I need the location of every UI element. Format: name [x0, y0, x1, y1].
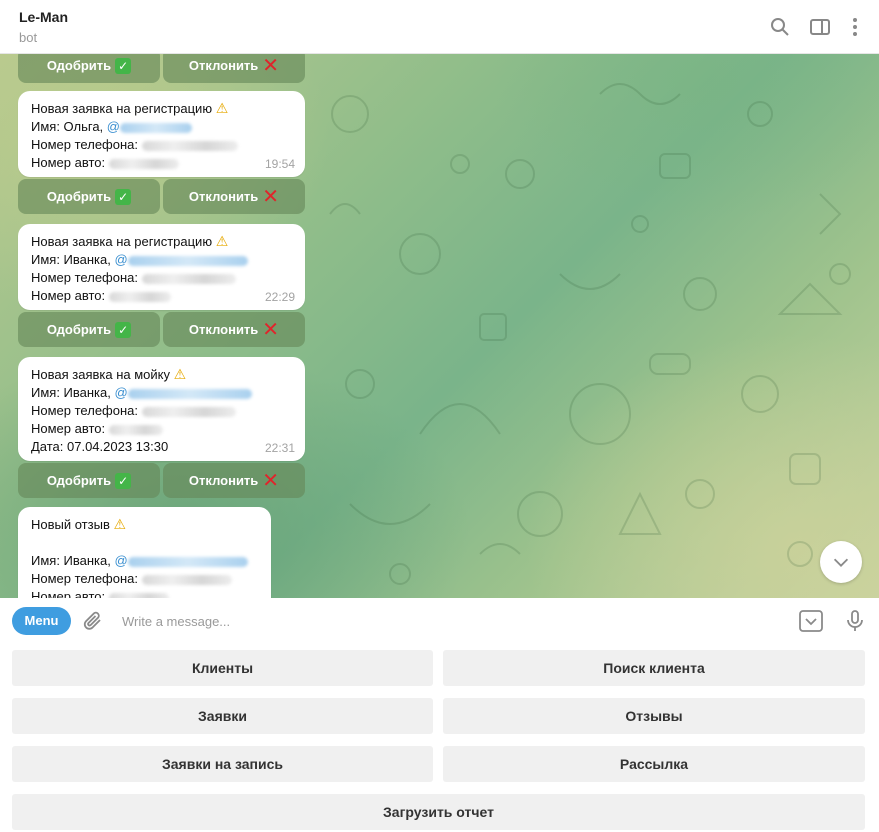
- paperclip-icon[interactable]: [81, 609, 105, 633]
- reject-button[interactable]: Отклонить ✕: [163, 179, 305, 214]
- message-title: Новая заявка на мойку: [31, 367, 170, 382]
- approve-label: Одобрить: [46, 473, 112, 488]
- message-bubble[interactable]: Новая заявка на регистрацию ⚠ Имя: Иванк…: [18, 224, 305, 310]
- chat-history[interactable]: Одобрить ✓ Отклонить ✕ Новая заявка на рег…: [0, 54, 879, 598]
- redacted-phone: [141, 406, 236, 417]
- warning-icon: ⚠: [215, 100, 229, 116]
- warning-icon: ⚠: [113, 516, 127, 532]
- reject-button[interactable]: Отклонить ✕: [163, 54, 305, 83]
- message-title: Новая заявка на регистрацию: [31, 101, 213, 116]
- redacted-phone: [141, 140, 238, 151]
- name-label: Имя: Ольга,: [31, 119, 104, 134]
- chat-subtitle: bot: [19, 30, 38, 45]
- chevron-down-icon: [833, 558, 849, 567]
- message-time: 19:54: [264, 157, 295, 171]
- keyboard-button-booking-requests[interactable]: Заявки на запись: [12, 746, 433, 782]
- approve-button[interactable]: Одобрить ✓: [18, 54, 160, 83]
- message-bubble[interactable]: Новая заявка на мойку ⚠ Имя: Иванка, @ Н…: [18, 357, 305, 461]
- redacted-username: [127, 556, 248, 567]
- redacted-car-number: [108, 424, 163, 435]
- message-input[interactable]: [114, 607, 774, 635]
- message-title: Новая заявка на регистрацию: [31, 234, 213, 249]
- reject-label: Отклонить: [188, 189, 259, 204]
- approve-button[interactable]: Одобрить ✓: [18, 312, 160, 347]
- approve-label: Одобрить: [46, 58, 112, 73]
- message-title: Новый отзыв: [31, 517, 110, 532]
- date-label: Дата: 07.04.2023 13:30: [31, 439, 169, 454]
- reject-button[interactable]: Отклонить ✕: [163, 312, 305, 347]
- name-label: Имя: Иванка,: [31, 553, 111, 568]
- more-vertical-icon[interactable]: [843, 15, 867, 39]
- message-time: 22:31: [264, 441, 295, 455]
- chat-header: Le-Man bot: [0, 0, 879, 54]
- check-mark-icon: ✓: [115, 321, 132, 338]
- message-time: 22:29: [264, 290, 295, 304]
- keyboard-button-mailing[interactable]: Рассылка: [443, 746, 865, 782]
- mention-link[interactable]: @: [115, 252, 128, 267]
- approve-button[interactable]: Одобрить ✓: [18, 463, 160, 498]
- redacted-car-number: [108, 291, 171, 302]
- scroll-down-button[interactable]: [820, 541, 862, 583]
- phone-label: Номер телефона:: [31, 403, 138, 418]
- bot-keyboard-toggle-icon[interactable]: [798, 609, 824, 633]
- redacted-car-number: [108, 158, 179, 169]
- phone-label: Номер телефона:: [31, 571, 138, 586]
- keyboard-button-upload-report[interactable]: Загрузить отчет: [12, 794, 865, 830]
- car-label: Номер авто:: [31, 421, 106, 436]
- reject-button[interactable]: Отклонить ✕: [163, 463, 305, 498]
- mention-link[interactable]: @: [115, 385, 128, 400]
- reject-label: Отклонить: [188, 58, 259, 73]
- keyboard-button-search-client[interactable]: Поиск клиента: [443, 650, 865, 686]
- redacted-username: [120, 122, 192, 133]
- chat-title[interactable]: Le-Man: [19, 9, 68, 25]
- warning-icon: ⚠: [173, 366, 187, 382]
- car-label: Номер авто:: [31, 155, 106, 170]
- cross-mark-icon: ✕: [262, 469, 280, 492]
- cross-mark-icon: ✕: [262, 54, 280, 77]
- name-label: Имя: Иванка,: [31, 252, 111, 267]
- microphone-icon[interactable]: [843, 609, 867, 633]
- mention-link[interactable]: @: [115, 553, 128, 568]
- approve-button[interactable]: Одобрить ✓: [18, 179, 160, 214]
- menu-button[interactable]: Menu: [12, 607, 71, 635]
- sidebar-toggle-icon[interactable]: [808, 15, 832, 39]
- redacted-phone: [141, 273, 236, 284]
- approve-label: Одобрить: [46, 189, 112, 204]
- car-label: Номер авто:: [31, 288, 106, 303]
- keyboard-button-requests[interactable]: Заявки: [12, 698, 433, 734]
- cross-mark-icon: ✕: [262, 185, 280, 208]
- reply-keyboard: Клиенты Поиск клиента Заявки Отзывы Заяв…: [0, 644, 879, 832]
- redacted-username: [127, 388, 252, 399]
- car-label: Номер авто:: [31, 589, 106, 598]
- message-bubble[interactable]: Новая заявка на регистрацию ⚠ Имя: Ольга…: [18, 91, 305, 177]
- approve-label: Одобрить: [46, 322, 112, 337]
- redacted-phone: [141, 574, 232, 585]
- keyboard-button-reviews[interactable]: Отзывы: [443, 698, 865, 734]
- check-mark-icon: ✓: [115, 57, 132, 74]
- mention-link[interactable]: @: [107, 119, 120, 134]
- message-composer: Menu: [0, 598, 879, 644]
- keyboard-button-clients[interactable]: Клиенты: [12, 650, 433, 686]
- redacted-username: [127, 255, 248, 266]
- search-icon[interactable]: [768, 15, 792, 39]
- cross-mark-icon: ✕: [262, 318, 280, 341]
- phone-label: Номер телефона:: [31, 270, 138, 285]
- message-bubble[interactable]: Новый отзыв ⚠ Имя: Иванка, @ Номер телеф…: [18, 507, 271, 598]
- name-label: Имя: Иванка,: [31, 385, 111, 400]
- reject-label: Отклонить: [188, 322, 259, 337]
- check-mark-icon: ✓: [115, 188, 132, 205]
- warning-icon: ⚠: [215, 233, 229, 249]
- check-mark-icon: ✓: [115, 472, 132, 489]
- phone-label: Номер телефона:: [31, 137, 138, 152]
- reject-label: Отклонить: [188, 473, 259, 488]
